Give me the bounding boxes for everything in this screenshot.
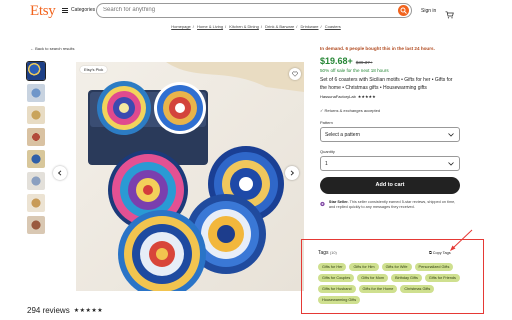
star-seller-title: Star Seller.: [328, 200, 349, 204]
back-to-results-link[interactable]: ← Back to search results: [30, 46, 74, 51]
chevron-right-icon: [290, 170, 295, 176]
original-price: $39.37+: [355, 60, 373, 65]
thumbnail-3[interactable]: [27, 106, 45, 124]
quantity-value: 1: [325, 161, 328, 167]
cart-button[interactable]: [445, 6, 454, 24]
price-row: $19.68+ $39.37+: [320, 56, 460, 66]
thumbnail-6[interactable]: [27, 172, 45, 190]
thumbnail-1[interactable]: [25, 60, 47, 82]
tag-chip[interactable]: Gifts for Couples: [318, 274, 355, 282]
tag-chip[interactable]: Gifts for the Home: [358, 285, 398, 293]
tag-chip[interactable]: Gifts for Him: [349, 263, 379, 271]
search-icon: [400, 7, 407, 14]
pattern-value: Select a pattern: [325, 132, 361, 138]
pattern-label: Pattern: [320, 120, 333, 125]
tag-chip[interactable]: Christmas Gifts: [400, 285, 435, 293]
tags-count: (10): [329, 251, 337, 255]
tag-chip[interactable]: Housewarming Gifts: [318, 296, 361, 304]
thumbnail-7[interactable]: [27, 194, 45, 212]
reviews-summary[interactable]: 294 reviews ★★★★★: [27, 306, 103, 315]
tags-heading: Tags (10): [318, 250, 337, 256]
demand-notice: In demand. 6 people bought this in the l…: [320, 46, 435, 51]
thumbnail-2[interactable]: [27, 84, 45, 102]
chevron-left-icon: [57, 170, 62, 176]
shop-rating-stars: ★★★★★: [357, 94, 376, 99]
categories-button[interactable]: Categories: [62, 7, 95, 13]
tags-title: Tags: [318, 250, 329, 256]
breadcrumb-separator: /: [296, 24, 298, 29]
tags-list: Gifts for Her Gifts for Him Gifts for Wi…: [318, 263, 468, 304]
tag-chip[interactable]: Gifts for Her: [318, 263, 347, 271]
star-seller-info: Star Seller. This seller consistently ea…: [320, 200, 460, 210]
quantity-label: Quantity: [320, 149, 335, 154]
current-price: $19.68+: [320, 56, 353, 66]
check-icon: ✓: [320, 108, 324, 113]
search-button[interactable]: [398, 5, 409, 16]
shop-row: HassunaFactoryLab ★★★★★: [320, 94, 460, 99]
returns-label: Returns & exchanges accepted: [324, 108, 381, 113]
add-to-cart-button[interactable]: Add to cart: [320, 177, 460, 194]
etsy-pick-badge: Etsy's Pick: [80, 66, 108, 73]
returns-policy: ✓ Returns & exchanges accepted: [320, 108, 460, 113]
breadcrumb-separator: /: [320, 24, 322, 29]
tag-chip[interactable]: Personalized Gifts: [414, 263, 454, 271]
heart-icon: [292, 71, 298, 77]
breadcrumb-item[interactable]: Coasters: [325, 24, 341, 29]
copy-tags-label: Copy Tags: [432, 251, 451, 255]
star-seller-text-block: Star Seller. This seller consistently ea…: [329, 200, 460, 210]
pattern-select[interactable]: Select a pattern: [320, 127, 460, 142]
coasters-illustration: [88, 62, 304, 291]
product-image: [76, 62, 304, 291]
breadcrumb-separator: /: [192, 24, 194, 29]
breadcrumb-item[interactable]: Home & Living: [197, 24, 223, 29]
rating-stars: ★★★★★: [73, 308, 104, 314]
categories-label: Categories: [71, 7, 96, 13]
tag-chip[interactable]: Gifts for Husband: [318, 285, 356, 293]
product-info-panel: In demand. 6 people bought this in the l…: [320, 46, 460, 210]
copy-tags-button[interactable]: ⧉ Copy Tags: [429, 251, 451, 255]
breadcrumb-item[interactable]: Homepage: [171, 24, 191, 29]
previous-image-button[interactable]: [53, 166, 67, 180]
copy-icon: ⧉: [429, 251, 432, 255]
tag-chip[interactable]: Birthday Gifts: [391, 274, 422, 282]
tag-chip[interactable]: Gifts for Friends: [424, 274, 460, 282]
product-title: Set of 6 coasters with Sicilian motifs •…: [320, 77, 453, 91]
favorite-button[interactable]: [289, 68, 301, 80]
arrow-left-icon: ←: [30, 46, 34, 51]
thumbnail-strip: [25, 60, 47, 238]
menu-icon: [62, 7, 68, 13]
chevron-down-icon: [448, 133, 454, 137]
sale-notice: 50% off sale for the next 18 hours: [320, 68, 389, 73]
etsy-logo[interactable]: Etsy: [30, 3, 56, 20]
tag-chip[interactable]: Gifts for Wife: [381, 263, 412, 271]
thumbnail-4[interactable]: [27, 128, 45, 146]
breadcrumb-separator: /: [225, 24, 227, 29]
search-bar: [96, 3, 412, 18]
star-seller-icon: [320, 201, 325, 207]
breadcrumb-item[interactable]: Kitchen & Dining: [229, 24, 259, 29]
quantity-select[interactable]: 1: [320, 156, 460, 171]
search-input[interactable]: [103, 7, 383, 13]
next-image-button[interactable]: [285, 166, 299, 180]
breadcrumb-separator: /: [260, 24, 262, 29]
site-header: Etsy Categories Sign in: [0, 0, 512, 22]
breadcrumb: Homepage / Home & Living / Kitchen & Dinin…: [0, 24, 512, 29]
thumbnail-5[interactable]: [27, 150, 45, 168]
breadcrumb-item[interactable]: Drink & Barware: [265, 24, 294, 29]
reviews-count: 294 reviews: [27, 306, 70, 315]
breadcrumb-item[interactable]: Drinkware: [301, 24, 319, 29]
chevron-down-icon: [448, 162, 454, 166]
thumbnail-8[interactable]: [27, 216, 45, 234]
tag-chip[interactable]: Gifts for Mom: [357, 274, 389, 282]
back-label: Back to search results: [35, 46, 75, 51]
cart-icon: [445, 11, 454, 19]
sign-in-link[interactable]: Sign in: [421, 8, 436, 14]
shop-name[interactable]: HassunaFactoryLab: [320, 94, 356, 99]
